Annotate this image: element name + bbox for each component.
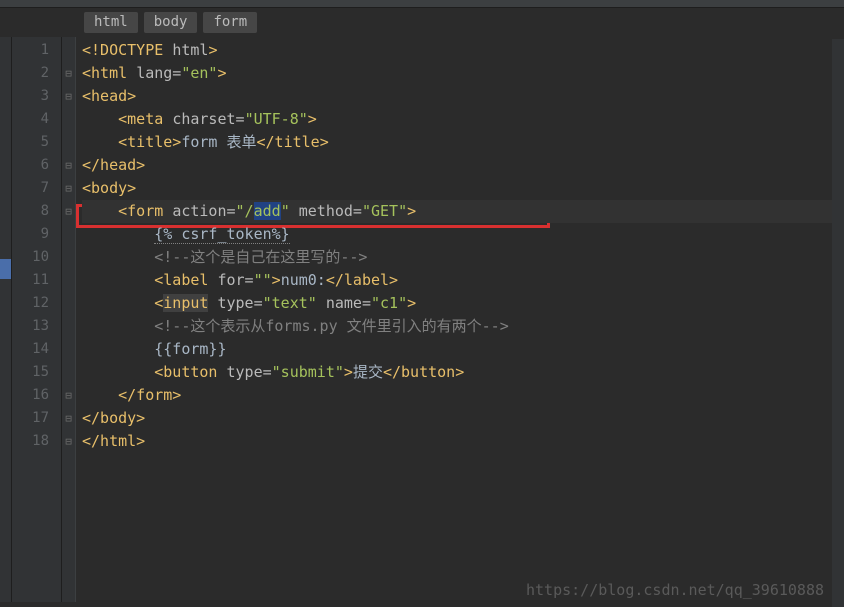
code-line[interactable]: <!--这个是自己在这里写的--> [82, 246, 844, 269]
fold-toggle-icon[interactable]: ⊟ [62, 177, 75, 200]
line-number-gutter: 123456789101112131415161718 [12, 37, 62, 602]
fold-toggle-icon [62, 292, 75, 315]
line-number[interactable]: 8 [12, 200, 49, 223]
fold-toggle-icon [62, 269, 75, 292]
breadcrumb-item-html[interactable]: html [84, 12, 138, 33]
fold-gutter: ⊟⊟⊟⊟⊟⊟⊟⊟ [62, 37, 76, 602]
line-number[interactable]: 13 [12, 315, 49, 338]
fold-toggle-icon[interactable]: ⊟ [62, 85, 75, 108]
code-line[interactable]: </head> [82, 154, 844, 177]
line-number[interactable]: 10 [12, 246, 49, 269]
fold-toggle-icon[interactable]: ⊟ [62, 200, 75, 223]
line-number[interactable]: 6 [12, 154, 49, 177]
toolbar-strip [0, 0, 844, 8]
line-number[interactable]: 12 [12, 292, 49, 315]
fold-toggle-icon[interactable]: ⊟ [62, 384, 75, 407]
code-line[interactable]: </html> [82, 430, 844, 453]
fold-toggle-icon [62, 39, 75, 62]
fold-toggle-icon [62, 131, 75, 154]
code-line[interactable]: <body> [82, 177, 844, 200]
line-number[interactable]: 17 [12, 407, 49, 430]
fold-toggle-icon [62, 246, 75, 269]
fold-toggle-icon[interactable]: ⊟ [62, 154, 75, 177]
line-number[interactable]: 4 [12, 108, 49, 131]
line-number[interactable]: 7 [12, 177, 49, 200]
line-number[interactable]: 5 [12, 131, 49, 154]
fold-toggle-icon [62, 108, 75, 131]
editor-area: 123456789101112131415161718 ⊟⊟⊟⊟⊟⊟⊟⊟ <!D… [0, 37, 844, 602]
right-margin-overview[interactable] [832, 39, 844, 607]
fold-toggle-icon [62, 223, 75, 246]
code-line[interactable]: <form action="/add" method="GET"> [82, 200, 844, 223]
breadcrumb-bar: html body form [0, 8, 844, 37]
code-line[interactable]: <html lang="en"> [82, 62, 844, 85]
line-number[interactable]: 18 [12, 430, 49, 453]
line-number[interactable]: 2 [12, 62, 49, 85]
code-line[interactable]: {{form}} [82, 338, 844, 361]
fold-toggle-icon[interactable]: ⊟ [62, 407, 75, 430]
code-line[interactable]: <!DOCTYPE html> [82, 39, 844, 62]
code-line[interactable]: <!--这个表示从forms.py 文件里引入的有两个--> [82, 315, 844, 338]
line-number[interactable]: 16 [12, 384, 49, 407]
code-line[interactable]: <input type="text" name="c1"> [82, 292, 844, 315]
code-line[interactable]: <label for="">num0:</label> [82, 269, 844, 292]
marker-gutter [0, 37, 12, 602]
line-number[interactable]: 15 [12, 361, 49, 384]
fold-toggle-icon[interactable]: ⊟ [62, 62, 75, 85]
fold-toggle-icon[interactable]: ⊟ [62, 430, 75, 453]
code-line[interactable]: <head> [82, 85, 844, 108]
fold-toggle-icon [62, 338, 75, 361]
code-area[interactable]: <!DOCTYPE html><html lang="en"><head> <m… [76, 37, 844, 602]
code-line[interactable]: <title>form 表单</title> [82, 131, 844, 154]
code-line[interactable]: <button type="submit">提交</button> [82, 361, 844, 384]
bookmark-marker[interactable] [0, 259, 11, 279]
breadcrumb-item-form[interactable]: form [203, 12, 257, 33]
fold-toggle-icon [62, 361, 75, 384]
code-line[interactable]: {% csrf_token%} [82, 223, 844, 246]
line-number[interactable]: 3 [12, 85, 49, 108]
code-line[interactable]: </form> [82, 384, 844, 407]
fold-toggle-icon [62, 315, 75, 338]
line-number[interactable]: 14 [12, 338, 49, 361]
line-number[interactable]: 9 [12, 223, 49, 246]
code-line[interactable]: </body> [82, 407, 844, 430]
code-line[interactable]: <meta charset="UTF-8"> [82, 108, 844, 131]
line-number[interactable]: 1 [12, 39, 49, 62]
watermark-text: https://blog.csdn.net/qq_39610888 [526, 581, 824, 599]
line-number[interactable]: 11 [12, 269, 49, 292]
breadcrumb-item-body[interactable]: body [144, 12, 198, 33]
